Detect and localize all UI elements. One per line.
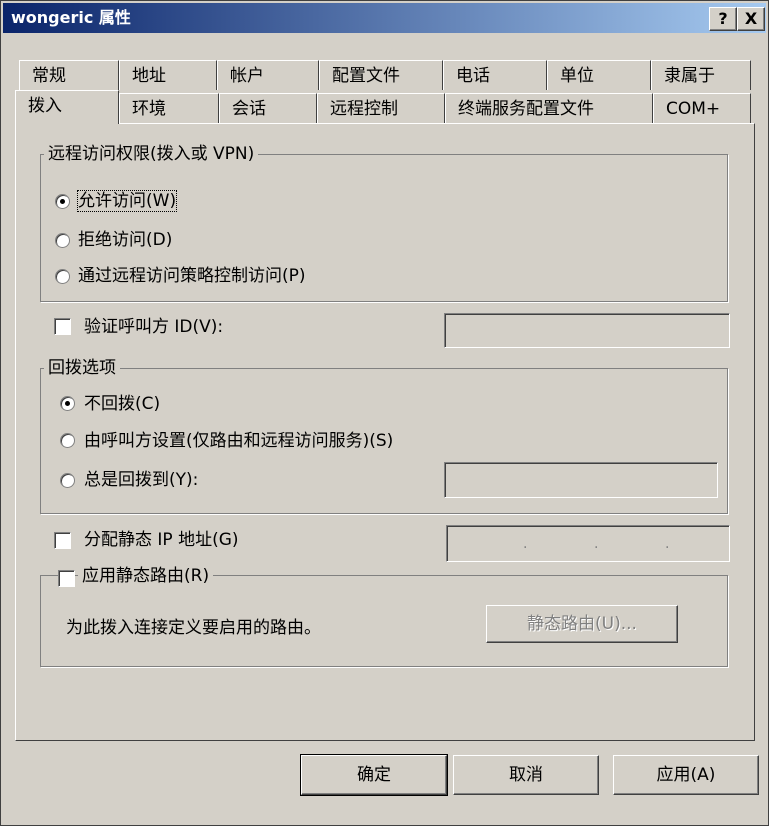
ip-separator: . [665, 536, 670, 552]
tab-account[interactable]: 帐户 [217, 60, 319, 90]
properties-dialog: wongeric 属性 ? X 常规 地址 帐户 配置文件 电话 单位 隶属于 … [0, 0, 769, 826]
tab-dial-in[interactable]: 拨入 [15, 90, 119, 124]
verify-caller-id-checkbox[interactable] [54, 318, 71, 335]
tab-terminal-services-profile[interactable]: 终端服务配置文件 [445, 93, 653, 123]
static-ip-checkbox[interactable] [54, 532, 71, 549]
tab-member-of[interactable]: 隶属于 [651, 60, 751, 90]
set-by-caller-label[interactable]: 由呼叫方设置(仅路由和远程访问服务)(S) [84, 431, 393, 451]
policy-access-radio[interactable] [55, 269, 70, 284]
deny-access-radio[interactable] [55, 233, 70, 248]
cancel-button[interactable]: 取消 [453, 755, 599, 795]
callback-number-field[interactable] [444, 462, 718, 498]
ok-button[interactable]: 确定 [300, 754, 448, 796]
tab-profile[interactable]: 配置文件 [319, 60, 443, 90]
tab-organization[interactable]: 单位 [547, 60, 651, 90]
no-callback-radio[interactable] [60, 396, 75, 411]
ip-separator: . [523, 536, 528, 552]
title-bar[interactable]: wongeric 属性 ? X [3, 3, 766, 33]
static-ip-field[interactable]: . . . [446, 525, 730, 562]
static-routes-button[interactable]: 静态路由(U)... [486, 605, 678, 643]
tab-environment[interactable]: 环境 [119, 93, 219, 123]
callback-legend: 回拨选项 [44, 358, 120, 378]
always-callback-label[interactable]: 总是回拨到(Y): [84, 470, 198, 490]
dial-in-tab-page: 远程访问权限(拨入或 VPN) 允许访问(W) 拒绝访问(D) 通过远程访问策略… [15, 123, 755, 741]
help-button[interactable]: ? [709, 7, 737, 31]
allow-access-label[interactable]: 允许访问(W) [76, 190, 178, 212]
tab-com-plus[interactable]: COM+ [653, 93, 751, 123]
verify-caller-id-field[interactable] [444, 313, 730, 348]
close-button[interactable]: X [737, 7, 765, 31]
window-title: wongeric 属性 [11, 8, 131, 27]
tab-remote-control[interactable]: 远程控制 [317, 93, 445, 123]
tab-general[interactable]: 常规 [19, 60, 119, 90]
set-by-caller-radio[interactable] [60, 433, 75, 448]
static-routes-checkbox[interactable] [58, 570, 75, 587]
ip-separator: . [594, 536, 599, 552]
verify-caller-id-label[interactable]: 验证呼叫方 ID(V): [84, 317, 223, 337]
static-ip-label[interactable]: 分配静态 IP 地址(G) [84, 530, 239, 550]
policy-access-label[interactable]: 通过远程访问策略控制访问(P) [78, 266, 306, 286]
always-callback-radio[interactable] [60, 473, 75, 488]
deny-access-label[interactable]: 拒绝访问(D) [78, 230, 172, 250]
allow-access-radio[interactable] [55, 194, 70, 209]
remote-access-legend: 远程访问权限(拨入或 VPN) [44, 144, 259, 164]
tab-sessions[interactable]: 会话 [219, 93, 317, 123]
tab-telephones[interactable]: 电话 [443, 60, 547, 90]
apply-button[interactable]: 应用(A) [613, 755, 759, 795]
no-callback-label[interactable]: 不回拨(C) [84, 394, 160, 414]
static-routes-description: 为此拨入连接定义要启用的路由。 [66, 618, 321, 638]
tab-address[interactable]: 地址 [119, 60, 217, 90]
static-routes-label[interactable]: 应用静态路由(R) [78, 566, 214, 586]
